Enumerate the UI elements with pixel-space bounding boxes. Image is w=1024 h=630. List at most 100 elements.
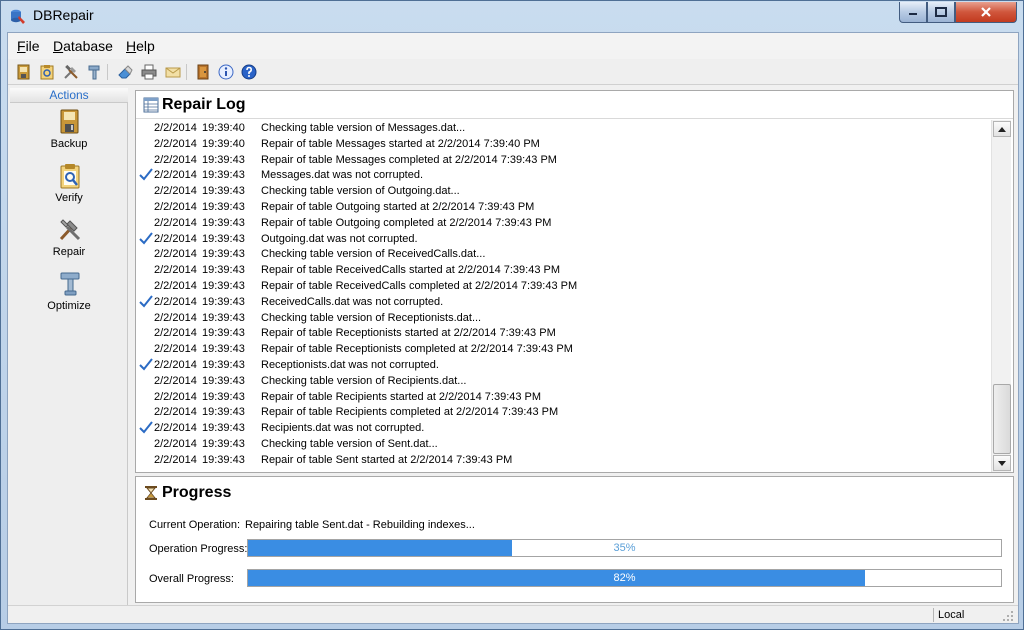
verify-icon	[40, 65, 54, 80]
title-bar[interactable]: DBRepair	[1, 1, 1023, 31]
log-scrollbar[interactable]	[991, 120, 1011, 472]
scroll-up-button[interactable]	[993, 121, 1011, 137]
action-optimize-label: Optimize	[47, 300, 91, 312]
toolbar-separator	[186, 64, 187, 80]
log-message: Repair of table Sent started at 2/2/2014…	[261, 453, 513, 466]
log-row[interactable]: 2/2/2014 19:39:43 Checking table version o…	[136, 184, 992, 200]
log-message: Repair of table Recipients started at 2/…	[261, 390, 542, 403]
log-row[interactable]: 2/2/2014 19:39:40 Repair of table Messages…	[136, 137, 992, 153]
client-area: File Database Help Actions Backup Verify…	[7, 32, 1019, 624]
log-date: 2/2/2014	[154, 122, 197, 134]
menu-database[interactable]: Database	[53, 38, 113, 54]
toolbar-mail-button[interactable]	[164, 63, 182, 81]
toolbar-verify-button[interactable]	[38, 63, 56, 81]
arrow-up-icon	[998, 126, 1006, 132]
exit-door-icon	[197, 64, 209, 80]
menu-help-label: elp	[136, 38, 155, 54]
log-date: 2/2/2014	[154, 311, 197, 324]
toolbar-info-button[interactable]	[217, 63, 235, 81]
close-button[interactable]	[955, 2, 1017, 23]
window-title: DBRepair	[33, 7, 94, 23]
log-row[interactable]: 2/2/2014 19:39:43 Checking table version o…	[136, 374, 992, 390]
menu-help[interactable]: Help	[126, 38, 155, 54]
repair-log-list[interactable]: 2/2/2014 19:39:40 Checking table version o…	[136, 121, 992, 471]
log-message: Checking table version of Messages.dat..…	[261, 122, 466, 134]
log-row[interactable]: 2/2/2014 19:39:43 Repair of table Outgoing…	[136, 200, 992, 216]
log-time: 19:39:43	[202, 153, 245, 166]
toolbar-repair-button[interactable]	[62, 63, 80, 81]
log-date: 2/2/2014	[154, 248, 197, 261]
minimize-button[interactable]	[899, 2, 927, 23]
log-row[interactable]: 2/2/2014 19:39:43 Checking table version o…	[136, 311, 992, 327]
verify-icon	[60, 164, 80, 189]
log-date: 2/2/2014	[154, 280, 197, 292]
toolbar-backup-button[interactable]	[15, 63, 33, 81]
log-date: 2/2/2014	[154, 201, 197, 213]
repair-log-title: Repair Log	[162, 96, 246, 113]
toolbar-separator	[107, 64, 108, 80]
log-row[interactable]: 2/2/2014 19:39:43 Checking table version o…	[136, 247, 992, 263]
log-row[interactable]: 2/2/2014 19:39:43 Repair of table Messages…	[136, 153, 992, 169]
log-message: Repair of table Messages started at 2/2/…	[261, 137, 540, 150]
menu-help-accel: H	[126, 38, 137, 54]
action-optimize[interactable]: Optimize	[10, 271, 128, 323]
scroll-down-button[interactable]	[993, 455, 1011, 471]
log-time: 19:39:43	[202, 374, 245, 387]
maximize-button[interactable]	[927, 2, 955, 23]
repair-icon	[64, 64, 78, 79]
log-row[interactable]: 2/2/2014 19:39:43 Messages.dat was not cor…	[136, 168, 992, 184]
action-backup[interactable]: Backup	[10, 109, 128, 161]
checkmark-icon	[139, 295, 153, 308]
checkmark-icon	[139, 231, 153, 245]
log-date: 2/2/2014	[154, 264, 197, 277]
toolbar-print-button[interactable]	[140, 63, 158, 81]
progress-title: Progress	[162, 484, 232, 501]
progress-header: Progress	[136, 477, 1013, 507]
log-date: 2/2/2014	[154, 169, 197, 182]
actions-header: Actions	[10, 88, 128, 103]
print-icon	[141, 64, 157, 80]
log-time: 19:39:43	[202, 185, 245, 198]
resize-grip-icon[interactable]	[1002, 610, 1014, 622]
log-row[interactable]: 2/2/2014 19:39:43 Repair of table Recipien…	[136, 390, 992, 406]
log-row[interactable]: 2/2/2014 19:39:43 Repair of table Received…	[136, 279, 992, 295]
status-location: Local	[938, 609, 965, 621]
log-message: Checking table version of Receptionists.…	[261, 311, 482, 324]
log-row[interactable]: 2/2/2014 19:39:43 Repair of table Recipien…	[136, 405, 992, 421]
log-date: 2/2/2014	[154, 359, 197, 371]
action-verify[interactable]: Verify	[10, 163, 128, 215]
log-row[interactable]: 2/2/2014 19:39:43 Repair of table Sent sta…	[136, 453, 992, 469]
log-message: Repair of table Receptionists started at…	[261, 327, 556, 340]
toolbar-exit-button[interactable]	[194, 63, 212, 81]
log-time: 19:39:43	[202, 264, 245, 277]
log-row[interactable]: 2/2/2014 19:39:43 Receptionists.dat was no…	[136, 358, 992, 374]
action-repair[interactable]: Repair	[10, 217, 128, 269]
log-row[interactable]: 2/2/2014 19:39:43 Outgoing.dat was not cor…	[136, 231, 992, 248]
toolbar-eraser-button[interactable]	[116, 63, 134, 81]
log-row[interactable]: 2/2/2014 19:39:43 Repair of table Receptio…	[136, 342, 992, 358]
log-time: 19:39:43	[202, 232, 245, 245]
log-message: Receptionists.dat was not corrupted.	[261, 359, 439, 371]
log-time: 19:39:43	[202, 359, 245, 371]
menu-file-label: ile	[25, 38, 40, 54]
log-time: 19:39:43	[202, 438, 245, 450]
status-separator	[933, 608, 934, 622]
log-row[interactable]: 2/2/2014 19:39:43 ReceivedCalls.dat was no…	[136, 295, 992, 311]
log-row[interactable]: 2/2/2014 19:39:43 Repair of table Receptio…	[136, 326, 992, 342]
log-time: 19:39:43	[202, 295, 245, 308]
repair-log-header: Repair Log	[136, 91, 1013, 119]
log-row[interactable]: 2/2/2014 19:39:43 Checking table version o…	[136, 437, 992, 453]
status-bar: Local	[8, 605, 1018, 623]
repair-log-panel: Repair Log 2/2/2014 19:39:40 Checking tabl…	[135, 90, 1014, 473]
scroll-thumb[interactable]	[993, 384, 1011, 454]
toolbar-optimize-button[interactable]	[85, 63, 103, 81]
toolbar-help-button[interactable]	[240, 63, 258, 81]
log-row[interactable]: 2/2/2014 19:39:43 Repair of table Received…	[136, 263, 992, 279]
minimize-icon	[909, 13, 917, 15]
log-message: Repair of table Recipients completed at …	[261, 406, 559, 419]
log-row[interactable]: 2/2/2014 19:39:40 Checking table version o…	[136, 121, 992, 137]
menu-file[interactable]: File	[17, 38, 40, 54]
log-row[interactable]: 2/2/2014 19:39:43 Recipients.dat was not c…	[136, 421, 992, 437]
log-time: 19:39:43	[202, 327, 245, 340]
log-row[interactable]: 2/2/2014 19:39:43 Repair of table Outgoing…	[136, 216, 992, 232]
